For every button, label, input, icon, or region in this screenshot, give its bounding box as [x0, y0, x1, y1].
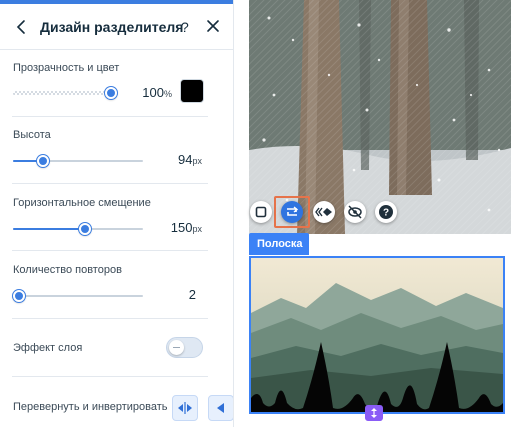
hide-button[interactable] — [344, 201, 366, 223]
resize-handle[interactable] — [365, 405, 383, 421]
height-slider[interactable] — [13, 154, 143, 168]
divider-swap-icon — [287, 206, 299, 216]
color-swatch[interactable] — [180, 79, 204, 103]
horizontal-offset-label: Горизонтальное смещение — [13, 197, 151, 209]
help-button[interactable]: ? — [181, 19, 189, 35]
divider — [12, 318, 208, 319]
horizontal-offset-slider[interactable] — [13, 222, 143, 236]
layer-effect-label: Эффект слоя — [13, 342, 83, 354]
close-icon[interactable] — [205, 18, 221, 34]
divider — [12, 116, 208, 117]
opacity-slider[interactable] — [13, 86, 117, 100]
opacity-slider-thumb[interactable] — [105, 87, 117, 99]
svg-text:?: ? — [383, 208, 389, 219]
repeat-slider-track — [13, 295, 143, 297]
panel-title: Дизайн разделителя — [40, 19, 184, 35]
square-frame-icon — [255, 206, 267, 218]
invert-button[interactable] — [208, 395, 233, 421]
hide-eye-icon — [348, 205, 362, 219]
height-slider-thumb[interactable] — [36, 155, 49, 167]
back-arrow-icon[interactable] — [13, 16, 31, 38]
repeat-count-label: Количество повторов — [13, 264, 122, 276]
square-frame-button[interactable] — [250, 201, 272, 223]
height-label: Высота — [13, 129, 51, 141]
invert-arrow-icon — [217, 403, 224, 413]
divider-swap-button[interactable] — [281, 201, 303, 223]
layer-effect-toggle[interactable] — [166, 337, 203, 358]
shape-arrows-button[interactable] — [313, 201, 335, 223]
toggle-knob — [169, 340, 184, 355]
help-toolbar-button[interactable]: ? — [375, 201, 397, 223]
repeat-count-slider[interactable] — [13, 289, 143, 303]
divider-design-panel: Дизайн разделителя ? Прозрачность и цвет… — [0, 0, 234, 427]
offset-slider-fill — [13, 228, 85, 230]
divider — [12, 250, 208, 251]
opacity-color-label: Прозрачность и цвет — [13, 62, 120, 74]
vertical-resize-icon — [371, 408, 377, 418]
opacity-value[interactable]: 100% — [128, 85, 172, 100]
horizontal-offset-value[interactable]: 150px — [150, 220, 202, 235]
flip-invert-label: Перевернуть и инвертировать — [13, 401, 168, 413]
panel-header: Дизайн разделителя ? — [0, 4, 233, 50]
height-value[interactable]: 94px — [150, 152, 202, 167]
divider — [12, 183, 208, 184]
flip-horizontal-icon — [178, 402, 192, 414]
opacity-slider-track — [13, 91, 117, 95]
divider — [12, 376, 208, 377]
help-icon: ? — [379, 205, 393, 219]
selected-strip-frame — [249, 256, 505, 414]
offset-slider-thumb[interactable] — [78, 223, 91, 235]
repeat-slider-thumb[interactable] — [13, 290, 25, 302]
strip-label-tab[interactable]: Полоска — [249, 233, 309, 255]
shape-arrows-icon — [315, 207, 332, 217]
flip-horizontal-button[interactable] — [172, 395, 198, 421]
repeat-count-value[interactable]: 2 — [150, 287, 196, 302]
